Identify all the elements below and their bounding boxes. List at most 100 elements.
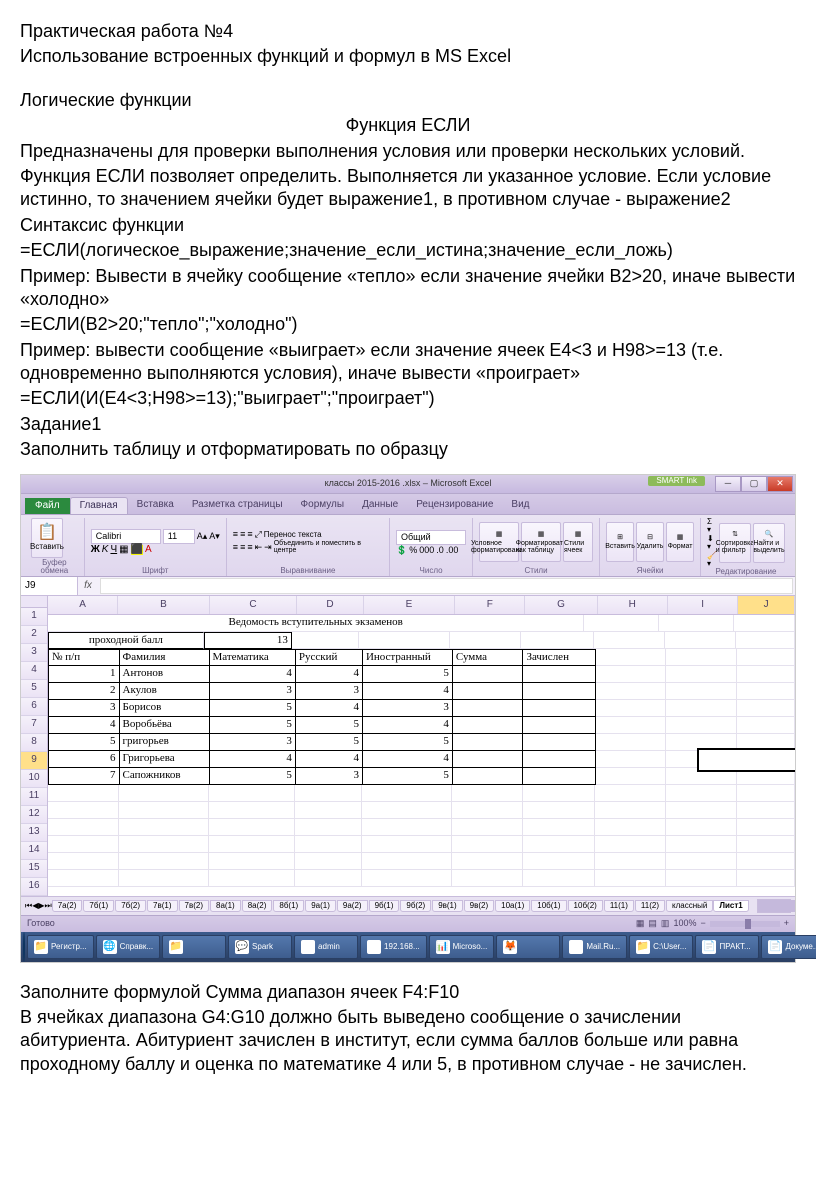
- close-button[interactable]: ✕: [767, 476, 793, 492]
- cell[interactable]: [596, 666, 667, 683]
- sheet-tab[interactable]: 9а(1): [305, 900, 336, 912]
- cell[interactable]: [362, 785, 452, 802]
- grow-font-icon[interactable]: A▴: [197, 532, 208, 541]
- cell[interactable]: [452, 853, 523, 870]
- delete-cells-button[interactable]: ⊟Удалить: [636, 522, 664, 562]
- cell[interactable]: Григорьева: [120, 751, 210, 768]
- cell[interactable]: 7: [48, 768, 120, 785]
- cell[interactable]: [736, 632, 795, 649]
- sheet-tab[interactable]: классный: [666, 900, 713, 912]
- bold-button[interactable]: Ж: [91, 545, 100, 555]
- ribbon-tab[interactable]: Формулы: [292, 497, 354, 514]
- cell[interactable]: [737, 802, 795, 819]
- cell[interactable]: [453, 717, 524, 734]
- cell[interactable]: [584, 615, 659, 632]
- cell[interactable]: Воробьёва: [120, 717, 210, 734]
- cell[interactable]: [48, 819, 119, 836]
- view-normal-icon[interactable]: ▦: [636, 919, 645, 928]
- border-button[interactable]: ▦: [119, 545, 128, 555]
- cell[interactable]: [48, 870, 119, 887]
- dec-decimal-icon[interactable]: .00: [446, 546, 459, 555]
- sheet-tab[interactable]: 10а(1): [495, 900, 530, 912]
- cell[interactable]: [595, 836, 666, 853]
- cell[interactable]: [119, 853, 209, 870]
- row-header[interactable]: 8: [21, 734, 47, 752]
- cell[interactable]: [666, 717, 737, 734]
- taskbar-item[interactable]: ⚙admin: [294, 935, 358, 959]
- cell[interactable]: [453, 734, 524, 751]
- cell[interactable]: [523, 768, 595, 785]
- sort-filter-button[interactable]: ⇅Сортировка и фильтр: [719, 523, 751, 563]
- sheet-tab[interactable]: 11(1): [604, 900, 634, 912]
- taskbar-item[interactable]: ✉Mail.Ru...: [562, 935, 627, 959]
- column-header[interactable]: I: [668, 596, 738, 614]
- cell[interactable]: [209, 853, 296, 870]
- ribbon-tab[interactable]: Вставка: [128, 497, 183, 514]
- cell[interactable]: [48, 785, 119, 802]
- cell[interactable]: [452, 819, 523, 836]
- cell[interactable]: [119, 819, 209, 836]
- shrink-font-icon[interactable]: A▾: [209, 532, 220, 541]
- cell[interactable]: 5: [210, 717, 296, 734]
- cell[interactable]: [521, 632, 594, 649]
- row-header[interactable]: 15: [21, 860, 47, 878]
- row-header[interactable]: 2: [21, 626, 47, 644]
- cell[interactable]: [48, 853, 119, 870]
- cell[interactable]: 5: [363, 734, 453, 751]
- view-break-icon[interactable]: ▥: [661, 919, 670, 928]
- cell[interactable]: 4: [210, 666, 296, 683]
- cell[interactable]: [48, 836, 119, 853]
- orientation-icon[interactable]: ⤢: [255, 530, 262, 539]
- cell[interactable]: [362, 870, 452, 887]
- align-mid-icon[interactable]: ≡: [240, 530, 245, 539]
- cell[interactable]: [362, 802, 452, 819]
- cell[interactable]: [595, 853, 666, 870]
- cell[interactable]: [359, 632, 450, 649]
- cell[interactable]: [596, 751, 667, 768]
- row-header[interactable]: 11: [21, 788, 47, 806]
- cell[interactable]: 13: [204, 632, 292, 649]
- cell[interactable]: [595, 785, 666, 802]
- paste-button[interactable]: 📋Вставить: [31, 518, 63, 558]
- format-as-table-button[interactable]: ▦Форматировать как таблицу: [521, 522, 561, 562]
- cell[interactable]: [209, 802, 296, 819]
- cell[interactable]: [295, 870, 362, 887]
- cell[interactable]: [737, 683, 795, 700]
- cell[interactable]: [119, 785, 209, 802]
- column-header[interactable]: J: [738, 596, 795, 614]
- cell[interactable]: [362, 836, 452, 853]
- cell[interactable]: [209, 785, 296, 802]
- cell[interactable]: 3: [296, 683, 363, 700]
- cell[interactable]: [119, 836, 209, 853]
- sheet-tab[interactable]: 7а(2): [52, 900, 83, 912]
- cell[interactable]: [665, 632, 736, 649]
- column-header[interactable]: A: [48, 596, 118, 614]
- cell[interactable]: [209, 836, 296, 853]
- indent-inc-icon[interactable]: ⇥: [264, 543, 272, 552]
- cell[interactable]: [595, 802, 666, 819]
- cell[interactable]: 1: [48, 666, 120, 683]
- cell[interactable]: [119, 870, 209, 887]
- sheet-tab[interactable]: 10б(2): [568, 900, 603, 912]
- cell[interactable]: 5: [48, 734, 120, 751]
- cell[interactable]: [596, 683, 667, 700]
- view-layout-icon[interactable]: ▤: [648, 919, 657, 928]
- column-header[interactable]: D: [297, 596, 363, 614]
- cell[interactable]: 4: [296, 700, 363, 717]
- cell[interactable]: [737, 700, 795, 717]
- cell[interactable]: 4: [363, 717, 453, 734]
- cell[interactable]: Акулов: [120, 683, 210, 700]
- taskbar-item[interactable]: 📁: [162, 935, 226, 959]
- cell[interactable]: Иностранный: [363, 649, 453, 666]
- formula-input[interactable]: [100, 578, 793, 594]
- cell[interactable]: [594, 632, 665, 649]
- fx-icon[interactable]: fx: [78, 581, 98, 591]
- cell[interactable]: [523, 836, 595, 853]
- cell[interactable]: 3: [210, 734, 296, 751]
- cell[interactable]: [453, 700, 524, 717]
- insert-cells-button[interactable]: ⊞Вставить: [606, 522, 634, 562]
- cell[interactable]: [362, 819, 452, 836]
- sheet-tab[interactable]: 7б(2): [115, 900, 146, 912]
- cell[interactable]: [666, 700, 737, 717]
- font-size-dropdown[interactable]: 11: [163, 529, 195, 544]
